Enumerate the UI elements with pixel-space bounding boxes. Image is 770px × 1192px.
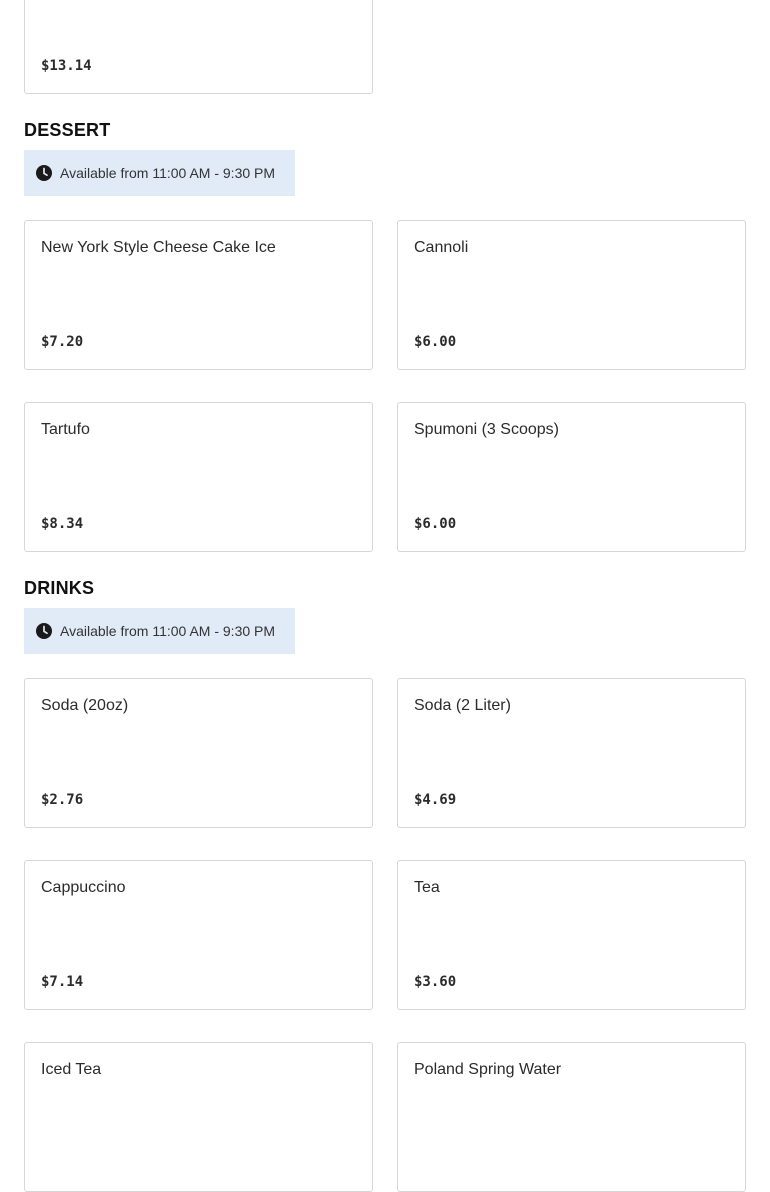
clock-icon bbox=[36, 165, 52, 181]
menu-item-card[interactable]: Cannoli $6.00 bbox=[397, 220, 746, 370]
availability-banner: Available from 11:00 AM - 9:30 PM bbox=[24, 608, 295, 654]
availability-text: Available from 11:00 AM - 9:30 PM bbox=[60, 165, 276, 181]
menu-item-card[interactable]: $13.14 bbox=[24, 0, 373, 94]
item-name: Spumoni (3 Scoops) bbox=[414, 421, 559, 438]
item-price: $7.14 bbox=[41, 974, 84, 990]
item-name: Soda (20oz) bbox=[41, 697, 129, 714]
item-price: $6.00 bbox=[414, 516, 457, 532]
item-price: $4.69 bbox=[414, 792, 457, 808]
menu-item-card[interactable]: Soda (2 Liter) $4.69 bbox=[397, 678, 746, 828]
availability-text: Available from 11:00 AM - 9:30 PM bbox=[60, 623, 276, 639]
menu-item-card[interactable]: Tartufo $8.34 bbox=[24, 402, 373, 552]
menu-item-card[interactable]: Iced Tea bbox=[24, 1042, 373, 1192]
item-name: Poland Spring Water bbox=[414, 1061, 562, 1078]
item-price: $2.76 bbox=[41, 792, 84, 808]
item-price: $13.14 bbox=[41, 58, 92, 74]
clock-icon bbox=[36, 623, 52, 639]
item-price: $8.34 bbox=[41, 516, 84, 532]
menu-item-card[interactable]: Cappuccino $7.14 bbox=[24, 860, 373, 1010]
menu-item-card[interactable]: Tea $3.60 bbox=[397, 860, 746, 1010]
item-price: $6.00 bbox=[414, 334, 457, 350]
item-name: New York Style Cheese Cake Ice bbox=[41, 239, 276, 256]
item-name: Tartufo bbox=[41, 421, 90, 438]
menu-item-card[interactable]: Poland Spring Water bbox=[397, 1042, 746, 1192]
menu-item-card[interactable]: Soda (20oz) $2.76 bbox=[24, 678, 373, 828]
item-price: $7.20 bbox=[41, 334, 84, 350]
section-heading-dessert: DESSERT bbox=[24, 120, 111, 140]
item-name: Tea bbox=[414, 879, 440, 896]
menu-item-card[interactable]: Spumoni (3 Scoops) $6.00 bbox=[397, 402, 746, 552]
item-name: Soda (2 Liter) bbox=[414, 697, 511, 714]
item-name: Cappuccino bbox=[41, 879, 126, 896]
menu-item-card[interactable]: New York Style Cheese Cake Ice $7.20 bbox=[24, 220, 373, 370]
item-name: Cannoli bbox=[414, 239, 469, 256]
section-heading-drinks: DRINKS bbox=[24, 578, 95, 598]
item-name: Iced Tea bbox=[41, 1061, 102, 1078]
item-price: $3.60 bbox=[414, 974, 457, 990]
availability-banner: Available from 11:00 AM - 9:30 PM bbox=[24, 150, 295, 196]
